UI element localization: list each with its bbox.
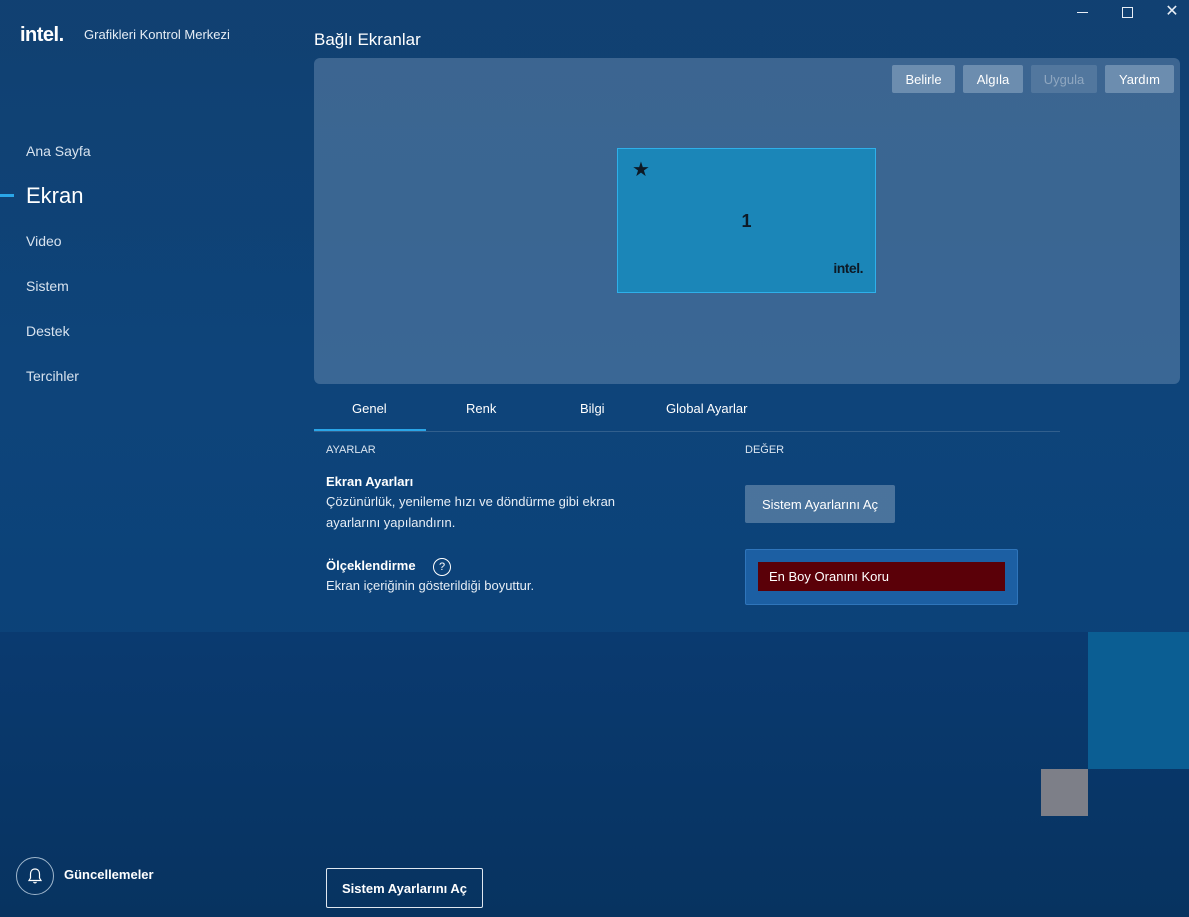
background-lower <box>0 632 1189 917</box>
tab-general[interactable]: Genel <box>352 401 387 416</box>
sidebar-item-preferences[interactable]: Tercihler <box>26 368 79 384</box>
monitor-brand-logo: intel. <box>833 260 863 276</box>
updates-button[interactable] <box>16 857 54 895</box>
bottom-open-system-settings-button[interactable]: Sistem Ayarlarını Aç <box>326 868 483 908</box>
page-title: Bağlı Ekranlar <box>314 30 421 49</box>
open-system-settings-button[interactable]: Sistem Ayarlarını Aç <box>745 485 895 523</box>
display-settings-description: Çözünürlük, yenileme hızı ve döndürme gi… <box>326 494 616 530</box>
maximize-button[interactable] <box>1119 4 1135 20</box>
minimize-icon <box>1076 11 1088 13</box>
tab-divider <box>314 431 1060 432</box>
sidebar-active-indicator <box>0 194 14 197</box>
app-title: Grafikleri Kontrol Merkezi <box>84 27 230 42</box>
close-icon: ✕ <box>1165 3 1179 20</box>
tab-info[interactable]: Bilgi <box>580 401 605 416</box>
close-button[interactable]: ✕ <box>1164 4 1180 20</box>
identify-button[interactable]: Belirle <box>892 65 955 93</box>
apply-button[interactable]: Uygula <box>1031 65 1097 93</box>
sidebar-item-home[interactable]: Ana Sayfa <box>26 143 91 159</box>
column-header-settings: AYARLAR <box>326 444 376 456</box>
star-icon: ★ <box>632 159 650 181</box>
minimize-button[interactable] <box>1074 4 1090 20</box>
help-icon[interactable]: ? <box>433 558 451 576</box>
display-settings-title: Ekran Ayarları <box>326 474 414 489</box>
monitor-number: 1 <box>741 211 752 231</box>
column-header-value: DEĞER <box>745 444 785 456</box>
scaling-title: Ölçeklendirme <box>326 558 416 573</box>
decorative-block-cyan <box>1088 632 1189 769</box>
tab-global-settings[interactable]: Global Ayarlar <box>666 401 747 416</box>
maximize-icon <box>1121 6 1133 18</box>
scaling-description: Ekran içeriğinin gösterildiği boyuttur. <box>326 578 535 593</box>
sidebar-item-support[interactable]: Destek <box>26 323 70 339</box>
monitor-tile[interactable]: ★ 1 intel. <box>617 148 876 293</box>
decorative-block-gray <box>1041 769 1088 816</box>
sidebar-item-display[interactable]: Ekran <box>26 183 83 209</box>
tab-color[interactable]: Renk <box>466 401 496 416</box>
sidebar-item-video[interactable]: Video <box>26 233 62 249</box>
help-button[interactable]: Yardım <box>1105 65 1174 93</box>
intel-logo: intel. <box>20 24 64 46</box>
bell-icon <box>27 868 43 884</box>
updates-label[interactable]: Güncellemeler <box>64 867 154 882</box>
scaling-dropdown[interactable]: En Boy Oranını Koru <box>758 562 1005 591</box>
detect-button[interactable]: Algıla <box>963 65 1023 93</box>
sidebar-item-system[interactable]: Sistem <box>26 278 69 294</box>
